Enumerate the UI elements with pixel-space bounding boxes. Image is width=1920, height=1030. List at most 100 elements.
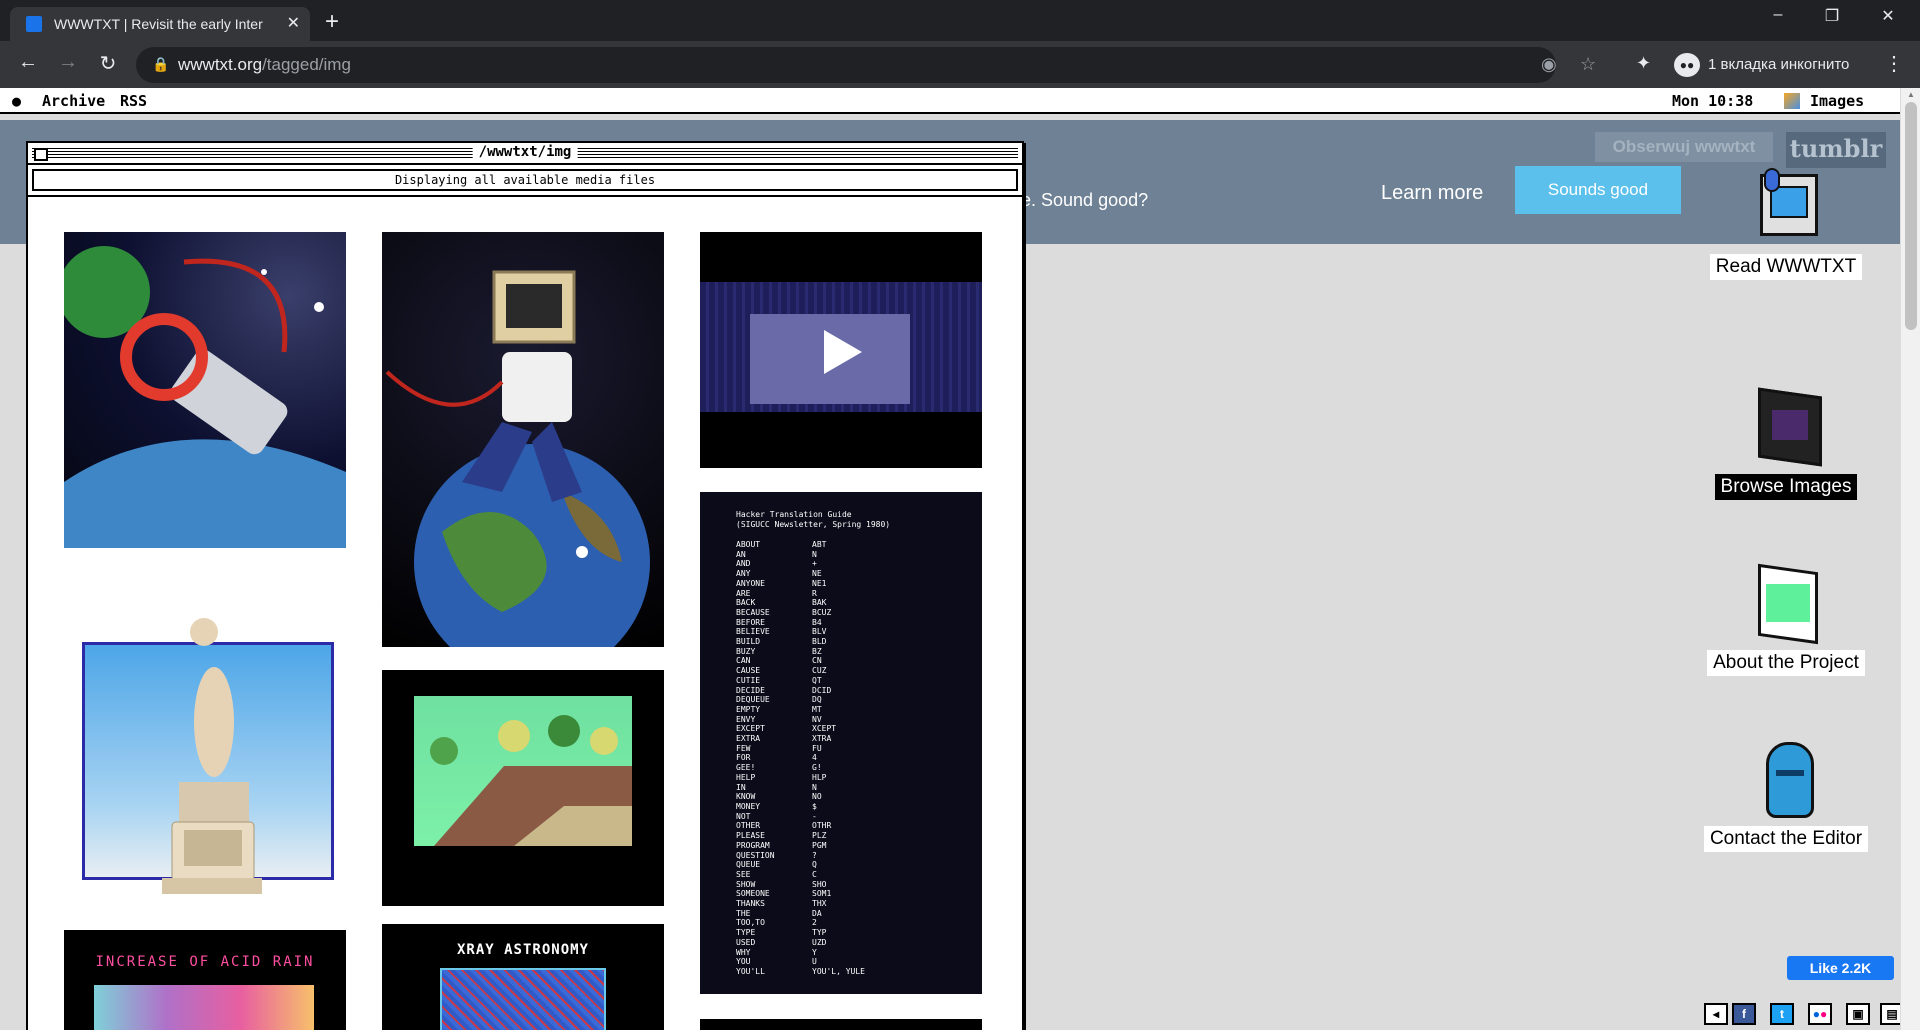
- media-thumb-video[interactable]: [700, 232, 982, 468]
- page-scrollbar[interactable]: ▲: [1900, 88, 1920, 1030]
- hacker-word: AN: [736, 549, 746, 559]
- desktop-icon-contact[interactable]: Contact the Editor: [1696, 740, 1876, 852]
- menu-archive[interactable]: Archive: [42, 92, 105, 110]
- hacker-abbreviation: +: [812, 559, 817, 569]
- xray-caption: XRAY ASTRONOMY: [456, 942, 589, 958]
- url-text[interactable]: wwwtxt.org/tagged/img: [178, 55, 351, 75]
- hacker-abbreviation: NO: [812, 792, 822, 802]
- sound-icon[interactable]: ◂: [1704, 1003, 1728, 1025]
- computer-head-globe-art: [385, 270, 650, 647]
- hacker-word: WHY: [736, 947, 751, 957]
- tumblr-logo-button[interactable]: tumblr: [1786, 132, 1886, 168]
- hacker-abbreviation: FU: [812, 743, 822, 753]
- apple-icon[interactable]: ●: [12, 92, 21, 110]
- new-tab-button[interactable]: +: [325, 8, 339, 36]
- hacker-abbreviation: DCID: [812, 685, 832, 695]
- hacker-word: ENVY: [736, 714, 756, 724]
- maximize-icon[interactable]: ❐: [1812, 6, 1852, 26]
- media-thumb-partial[interactable]: [700, 1019, 982, 1030]
- scroll-up-icon[interactable]: ▲: [1907, 90, 1915, 99]
- window-close-box[interactable]: [34, 148, 48, 161]
- hacker-abbreviation: PLZ: [812, 831, 827, 841]
- hacker-word: AND: [736, 559, 751, 569]
- tab-close-icon[interactable]: ✕: [287, 13, 300, 33]
- hacker-abbreviation: YOU'L, YULE: [812, 966, 865, 976]
- hacker-word: MONEY: [736, 801, 761, 811]
- hacker-abbreviation: G!: [812, 763, 822, 773]
- incognito-label: 1 вкладка инкогнито: [1708, 56, 1850, 73]
- desktop-icon-about[interactable]: About the Project: [1696, 563, 1876, 676]
- extensions-puzzle-icon[interactable]: ✦: [1636, 53, 1651, 74]
- media-thumb-hacker-guide[interactable]: Hacker Translation Guide (SIGUCC Newslet…: [700, 492, 982, 994]
- flickr-icon[interactable]: ●●: [1808, 1003, 1832, 1025]
- space-satellite-art: [64, 246, 346, 548]
- hacker-word: QUEUE: [736, 860, 761, 870]
- hacker-abbreviation: BLD: [812, 637, 827, 647]
- forward-arrow-icon[interactable]: →: [54, 51, 82, 74]
- media-thumb-space-satellite[interactable]: [64, 232, 346, 548]
- hacker-abbreviation: OTHR: [812, 821, 832, 831]
- 3d-scene-art: [430, 715, 632, 846]
- hacker-word: TYPE: [736, 928, 756, 938]
- learn-more-link[interactable]: Learn more: [1381, 182, 1483, 205]
- hacker-word: EMPTY: [736, 704, 761, 714]
- menubar-images[interactable]: Images: [1810, 92, 1864, 110]
- hacker-word: THE: [736, 908, 751, 918]
- desktop-icon-browse-images[interactable]: Browse Images: [1696, 387, 1876, 500]
- facebook-icon[interactable]: f: [1732, 1003, 1756, 1025]
- hacker-abbreviation: NE: [812, 569, 822, 579]
- hacker-word: QUESTION: [736, 850, 775, 860]
- incognito-indicator[interactable]: ●● 1 вкладка инкогнито: [1668, 49, 1861, 81]
- menu-rss[interactable]: RSS: [120, 92, 147, 110]
- hacker-abbreviation: NV: [812, 714, 822, 724]
- hacker-abbreviation: B4: [812, 617, 822, 627]
- tracking-eye-off-icon[interactable]: ◉: [1541, 54, 1557, 75]
- hacker-guide-title: Hacker Translation Guide: [736, 510, 852, 519]
- hacker-word: ABOUT: [736, 540, 761, 549]
- media-thumb-acid-rain[interactable]: INCREASE OF ACID RAIN: [64, 930, 346, 1030]
- hacker-words-column: ABOUT AN AND ANY ANYONE ARE BACK BECAUSE BEFORE B…: [736, 540, 775, 977]
- hacker-abbreviation: UZD: [812, 937, 827, 947]
- hacker-abbreviation: R: [812, 588, 817, 598]
- hacker-word: HELP: [736, 772, 756, 782]
- reload-icon[interactable]: ↻: [94, 51, 122, 76]
- media-thumb-xray-astronomy[interactable]: XRAY ASTRONOMY: [382, 924, 664, 1030]
- hacker-abbreviation: ABT: [812, 540, 827, 549]
- browser-menu-icon[interactable]: ⋮: [1884, 51, 1904, 76]
- media-thumb-3d-scene[interactable]: [382, 670, 664, 906]
- media-thumb-discobolus[interactable]: [64, 572, 346, 902]
- hacker-abbreviation: BZ: [812, 646, 822, 656]
- twitter-icon[interactable]: t: [1770, 1003, 1794, 1025]
- hacker-word: PLEASE: [736, 831, 765, 841]
- browser-tab[interactable]: WWWTXT | Revisit the early Inter ✕: [10, 7, 310, 41]
- hacker-abbreviation: Q: [812, 860, 817, 870]
- hacker-word: BECAUSE: [736, 607, 770, 617]
- window-title: /wwwtxt/img: [472, 144, 578, 160]
- minimize-icon[interactable]: –: [1758, 6, 1798, 24]
- hacker-abbreviation: C: [812, 869, 817, 879]
- hacker-word: BUILD: [736, 637, 761, 647]
- scroll-thumb[interactable]: [1905, 102, 1917, 330]
- site-favicon-icon: [26, 16, 42, 32]
- hacker-abbreviation: TYP: [812, 928, 827, 938]
- play-icon[interactable]: [700, 232, 982, 468]
- media-grid: INCREASE OF ACID RAIN XRAY ASTRONOMY Hac…: [28, 195, 1022, 1030]
- media-thumb-computer-head-globe[interactable]: [382, 232, 664, 647]
- hacker-word: ANYONE: [736, 578, 765, 588]
- hacker-abbreviation: $: [812, 801, 817, 811]
- computer-small-icon[interactable]: ▣: [1846, 1003, 1870, 1025]
- bookmark-star-icon[interactable]: ☆: [1580, 54, 1596, 75]
- hacker-abbreviation: XCEPT: [812, 724, 837, 734]
- hacker-abbreviation: Y: [812, 947, 817, 957]
- desktop-icon-read[interactable]: Read WWWTXT: [1696, 168, 1876, 280]
- address-bar[interactable]: 🔒 wwwtxt.org/tagged/img ◉ ☆: [136, 47, 1596, 83]
- sounds-good-button[interactable]: Sounds good: [1515, 166, 1681, 214]
- hacker-word: PROGRAM: [736, 840, 770, 850]
- images-window: /wwwtxt/img Displaying all available med…: [26, 141, 1024, 1030]
- hacker-abbreviation: DA: [812, 908, 822, 918]
- facebook-like-button[interactable]: Like 2.2K: [1787, 956, 1894, 980]
- follow-button[interactable]: Obserwuj wwwtxt: [1595, 132, 1773, 162]
- back-arrow-icon[interactable]: ←: [14, 51, 42, 74]
- hacker-word: SHOW: [736, 879, 756, 889]
- close-window-icon[interactable]: ✕: [1868, 6, 1908, 26]
